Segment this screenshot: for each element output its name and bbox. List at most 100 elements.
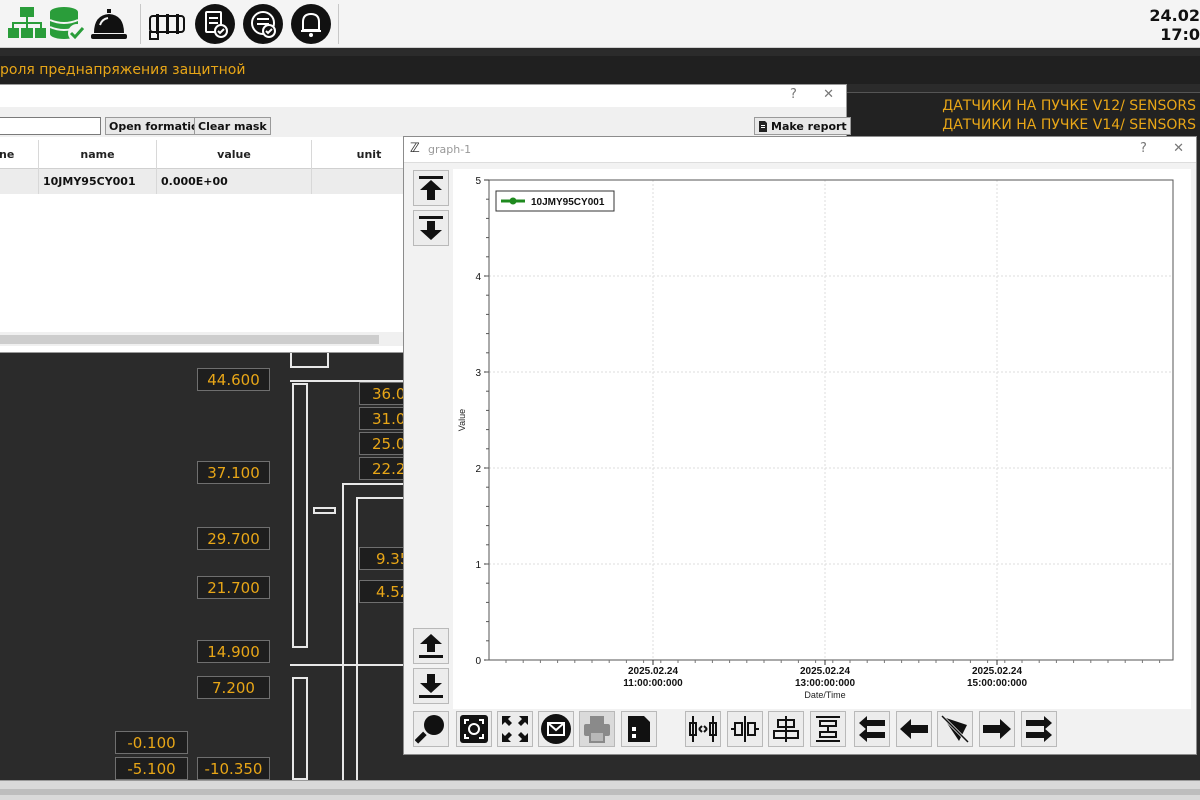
schematic-column [292, 383, 308, 648]
x-tick-label-time: 13:00:00:000 [795, 678, 855, 689]
schematic-line [290, 366, 329, 368]
align-center-button[interactable] [727, 711, 763, 747]
scrollbar-thumb[interactable] [0, 335, 379, 344]
filter-check-icon[interactable] [242, 3, 284, 45]
horizontal-align-icon [773, 716, 799, 742]
value-box[interactable]: 14.900 [197, 640, 270, 663]
value-box[interactable]: 29.700 [197, 527, 270, 550]
schematic-line [356, 497, 403, 499]
table-cell: 0.000E+00 [157, 169, 312, 194]
screenshot-icon [460, 715, 488, 743]
cursor-span-button[interactable] [685, 711, 721, 747]
network-tree-icon[interactable] [6, 3, 48, 45]
close-button[interactable]: ✕ [1173, 141, 1184, 156]
y-tick-label: 1 [475, 560, 481, 571]
page-subtitle: роля преднапряжения защитной [0, 62, 246, 78]
y-tick-label: 5 [475, 176, 481, 187]
app-logo-icon: ℤ [410, 141, 420, 156]
arrow-down-bar-icon [419, 216, 443, 240]
column-header[interactable]: name [39, 140, 157, 169]
value-box[interactable]: 25.0 [359, 432, 409, 455]
fit-all-button[interactable] [497, 711, 533, 747]
vertical-span-button[interactable] [810, 711, 846, 747]
toolbar-separator [140, 4, 141, 44]
chart-area[interactable]: 0 1 2 3 4 5 2025.02.24 11:00:00:000 2025.02.24 13… [453, 169, 1191, 709]
align-horizontal-button[interactable] [768, 711, 804, 747]
span-cursor-icon [689, 716, 717, 742]
legend-swatch-marker [509, 197, 517, 205]
value-box[interactable]: 44.600 [197, 368, 270, 391]
screenshot-button[interactable] [456, 711, 492, 747]
value-box[interactable]: 22.2 [359, 457, 409, 480]
x-axis-label: Date/Time [804, 690, 845, 700]
scale-bottom-down-button[interactable] [413, 668, 449, 704]
signal-off-icon [940, 714, 970, 744]
report-toolbar: Open formation Clear mask Make report [0, 107, 851, 137]
scroll-both-left-button[interactable] [854, 711, 890, 747]
status-bar-track [0, 789, 1200, 795]
make-report-button[interactable]: Make report [754, 117, 851, 135]
column-header[interactable]: value [157, 140, 312, 169]
table-cell [0, 169, 39, 194]
expand-arrows-icon [502, 716, 528, 742]
schematic-column [292, 677, 308, 780]
document-check-icon[interactable] [194, 3, 236, 45]
x-tick-label-date: 2025.02.24 [800, 666, 850, 677]
pipeline-icon[interactable] [146, 3, 188, 45]
schematic-element [313, 507, 336, 514]
save-data-button[interactable] [621, 711, 657, 747]
x-tick-label-time: 11:00:00:000 [623, 678, 683, 689]
sensor-group-v12-link[interactable]: ДАТЧИКИ НА ПУЧКЕ V12/ SENSORS [942, 98, 1196, 114]
value-box[interactable]: 7.200 [197, 676, 270, 699]
help-button[interactable]: ? [790, 87, 797, 102]
value-box[interactable]: 9.35 [359, 547, 409, 570]
value-box[interactable]: -5.100 [115, 757, 188, 780]
value-box[interactable]: -10.350 [197, 757, 270, 780]
app-window: 24.02 17:0 роля преднапряжения защитной … [0, 0, 1200, 800]
clear-mask-button[interactable]: Clear mask [194, 117, 271, 135]
scroll-right-button[interactable] [979, 711, 1015, 747]
scale-bottom-up-button[interactable] [413, 628, 449, 664]
y-tick-label: 0 [475, 656, 481, 667]
send-mail-button[interactable] [538, 711, 574, 747]
hide-signal-button[interactable] [937, 711, 973, 747]
column-header[interactable]: ne [0, 140, 39, 169]
line-chart[interactable]: 0123452025.02.2411:00:00:0002025.02.2413… [453, 169, 1191, 709]
bell-icon[interactable] [290, 3, 332, 45]
scroll-both-right-button[interactable] [1021, 711, 1057, 747]
arrow-down-bar-icon [419, 674, 443, 698]
clock-date: 24.02 [1149, 6, 1200, 25]
file-icon [628, 716, 650, 742]
scale-top-up-button[interactable] [413, 170, 449, 206]
value-box[interactable]: 37.100 [197, 461, 270, 484]
schematic-line [290, 353, 292, 367]
arrow-up-bar-icon [419, 176, 443, 200]
clock: 24.02 17:0 [1149, 6, 1200, 44]
zoom-button[interactable] [413, 711, 449, 747]
mask-input[interactable] [0, 117, 101, 135]
schematic-line [356, 497, 358, 780]
sensor-group-v14-link[interactable]: ДАТЧИКИ НА ПУЧКЕ V14/ SENSORS [942, 117, 1196, 133]
value-box[interactable]: 36.0 [359, 382, 409, 405]
arrow-up-bar-icon [419, 634, 443, 658]
scale-top-down-button[interactable] [413, 210, 449, 246]
mail-icon [541, 714, 571, 744]
close-button[interactable]: ✕ [823, 87, 834, 102]
database-check-icon[interactable] [46, 3, 88, 45]
schematic-line [342, 483, 403, 485]
graph-window-buttons: ? ✕ [1118, 141, 1184, 156]
clock-time: 17:0 [1160, 25, 1200, 44]
value-box[interactable]: 4.52 [359, 580, 409, 603]
value-box[interactable]: 31.0 [359, 407, 409, 430]
scroll-left-button[interactable] [896, 711, 932, 747]
help-button[interactable]: ? [1140, 141, 1147, 156]
y-axis-label: Value [457, 409, 467, 431]
value-box[interactable]: -0.100 [115, 731, 188, 754]
service-bell-icon[interactable] [88, 3, 130, 45]
graph-titlebar: ℤ graph-1 ? ✕ [404, 137, 1196, 163]
status-bar [0, 780, 1200, 800]
x-tick-label-date: 2025.02.24 [972, 666, 1022, 677]
dialog-window-buttons: ? ✕ [768, 87, 834, 102]
value-box[interactable]: 21.700 [197, 576, 270, 599]
print-button[interactable] [579, 711, 615, 747]
